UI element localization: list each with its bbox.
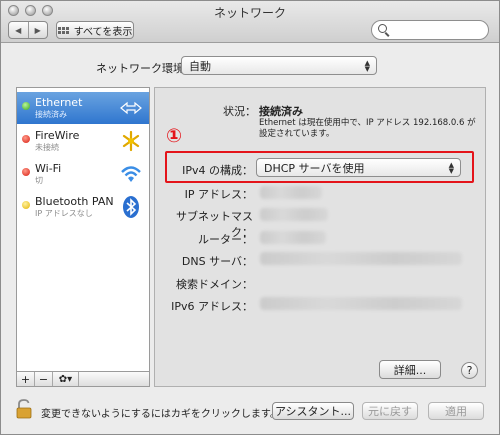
grid-icon — [57, 26, 69, 34]
ipv4-config-label: IPv4 の構成： — [182, 164, 253, 177]
service-status: 接続済み — [35, 110, 67, 119]
advanced-button[interactable]: 詳細... — [379, 360, 441, 379]
subnet-mask-value-redacted — [260, 208, 328, 221]
router-label: ルーター： — [198, 233, 253, 246]
search-field[interactable] — [371, 20, 489, 40]
assistant-button[interactable]: アシスタント... — [272, 402, 354, 420]
router-value-redacted — [260, 231, 326, 244]
service-status: IP アドレスなし — [35, 209, 93, 218]
location-value: 自動 — [189, 59, 211, 73]
show-all-label: すべてを表示 — [73, 26, 133, 38]
back-forward-control: ◀ ▶ — [8, 21, 48, 39]
status-dot-green-icon — [22, 102, 30, 110]
help-button[interactable]: ? — [461, 362, 478, 379]
revert-button[interactable]: 元に戻す — [362, 402, 418, 420]
lock-message: 変更できないようにするにはカギをクリックします。 — [41, 409, 280, 420]
select-arrows-icon: ▲ ▼ — [448, 160, 454, 175]
remove-service-button[interactable]: − — [35, 372, 53, 386]
show-all-button[interactable]: すべてを表示 — [56, 21, 134, 39]
window-title: ネットワーク — [213, 6, 286, 20]
service-status: 未接続 — [35, 143, 59, 152]
status-dot-yellow-icon — [22, 201, 30, 209]
annotation-marker: ① — [166, 125, 183, 147]
search-icon — [378, 24, 387, 33]
bluetooth-icon — [123, 196, 139, 218]
dns-server-value-redacted — [260, 252, 462, 265]
dns-server-label: DNS サーバ： — [181, 255, 253, 268]
ethernet-arrows-icon — [120, 101, 142, 115]
network-preferences-window: ネットワーク ◀ ▶ すべてを表示 ネットワーク環境： 自動 ▲ ▼ Ethern… — [0, 0, 500, 435]
service-name: FireWire — [35, 129, 80, 142]
back-button[interactable]: ◀ — [9, 22, 28, 38]
search-domain-label: 検索ドメイン： — [176, 278, 253, 291]
service-item-wifi[interactable]: Wi-Fi 切 — [17, 158, 149, 190]
ip-address-value-redacted — [260, 186, 322, 199]
status-dot-red-icon — [22, 168, 30, 176]
lock-icon[interactable] — [15, 399, 33, 419]
service-list: Ethernet 接続済み FireWire 未接続 Wi-Fi 切 Bluet… — [16, 87, 150, 387]
service-item-ethernet[interactable]: Ethernet 接続済み — [17, 92, 149, 124]
service-item-firewire[interactable]: FireWire 未接続 — [17, 125, 149, 157]
add-service-button[interactable]: + — [17, 372, 35, 386]
ipv4-config-select[interactable]: DHCP サーバを使用 ▲ ▼ — [256, 158, 461, 177]
status-dot-red-icon — [22, 135, 30, 143]
firewire-icon — [122, 130, 140, 152]
wifi-icon — [121, 166, 141, 182]
service-list-controls: + − ✿▾ — [16, 371, 150, 387]
ip-address-label: IP アドレス： — [184, 188, 253, 201]
select-arrows-icon: ▲ ▼ — [364, 58, 370, 73]
action-menu-button[interactable]: ✿▾ — [53, 372, 79, 386]
service-status: 切 — [35, 176, 43, 185]
ipv6-address-label: IPv6 アドレス： — [171, 300, 253, 313]
service-name: Bluetooth PAN — [35, 195, 114, 208]
forward-button[interactable]: ▶ — [27, 22, 48, 38]
status-value: 接続済み — [259, 105, 303, 118]
apply-button[interactable]: 適用 — [428, 402, 484, 420]
ipv6-address-value-redacted — [260, 297, 462, 310]
status-description: Ethernet は現在使用中で、IP アドレス 192.168.0.6 が設定… — [259, 118, 476, 139]
service-item-bluetooth-pan[interactable]: Bluetooth PAN IP アドレスなし — [17, 191, 149, 223]
ipv4-config-value: DHCP サーバを使用 — [264, 161, 365, 175]
service-name: Ethernet — [35, 96, 83, 109]
status-label: 状況： — [223, 105, 256, 118]
service-name: Wi-Fi — [35, 162, 62, 175]
location-select[interactable]: 自動 ▲ ▼ — [181, 56, 377, 75]
title-bar: ネットワーク ◀ ▶ すべてを表示 — [1, 1, 499, 43]
